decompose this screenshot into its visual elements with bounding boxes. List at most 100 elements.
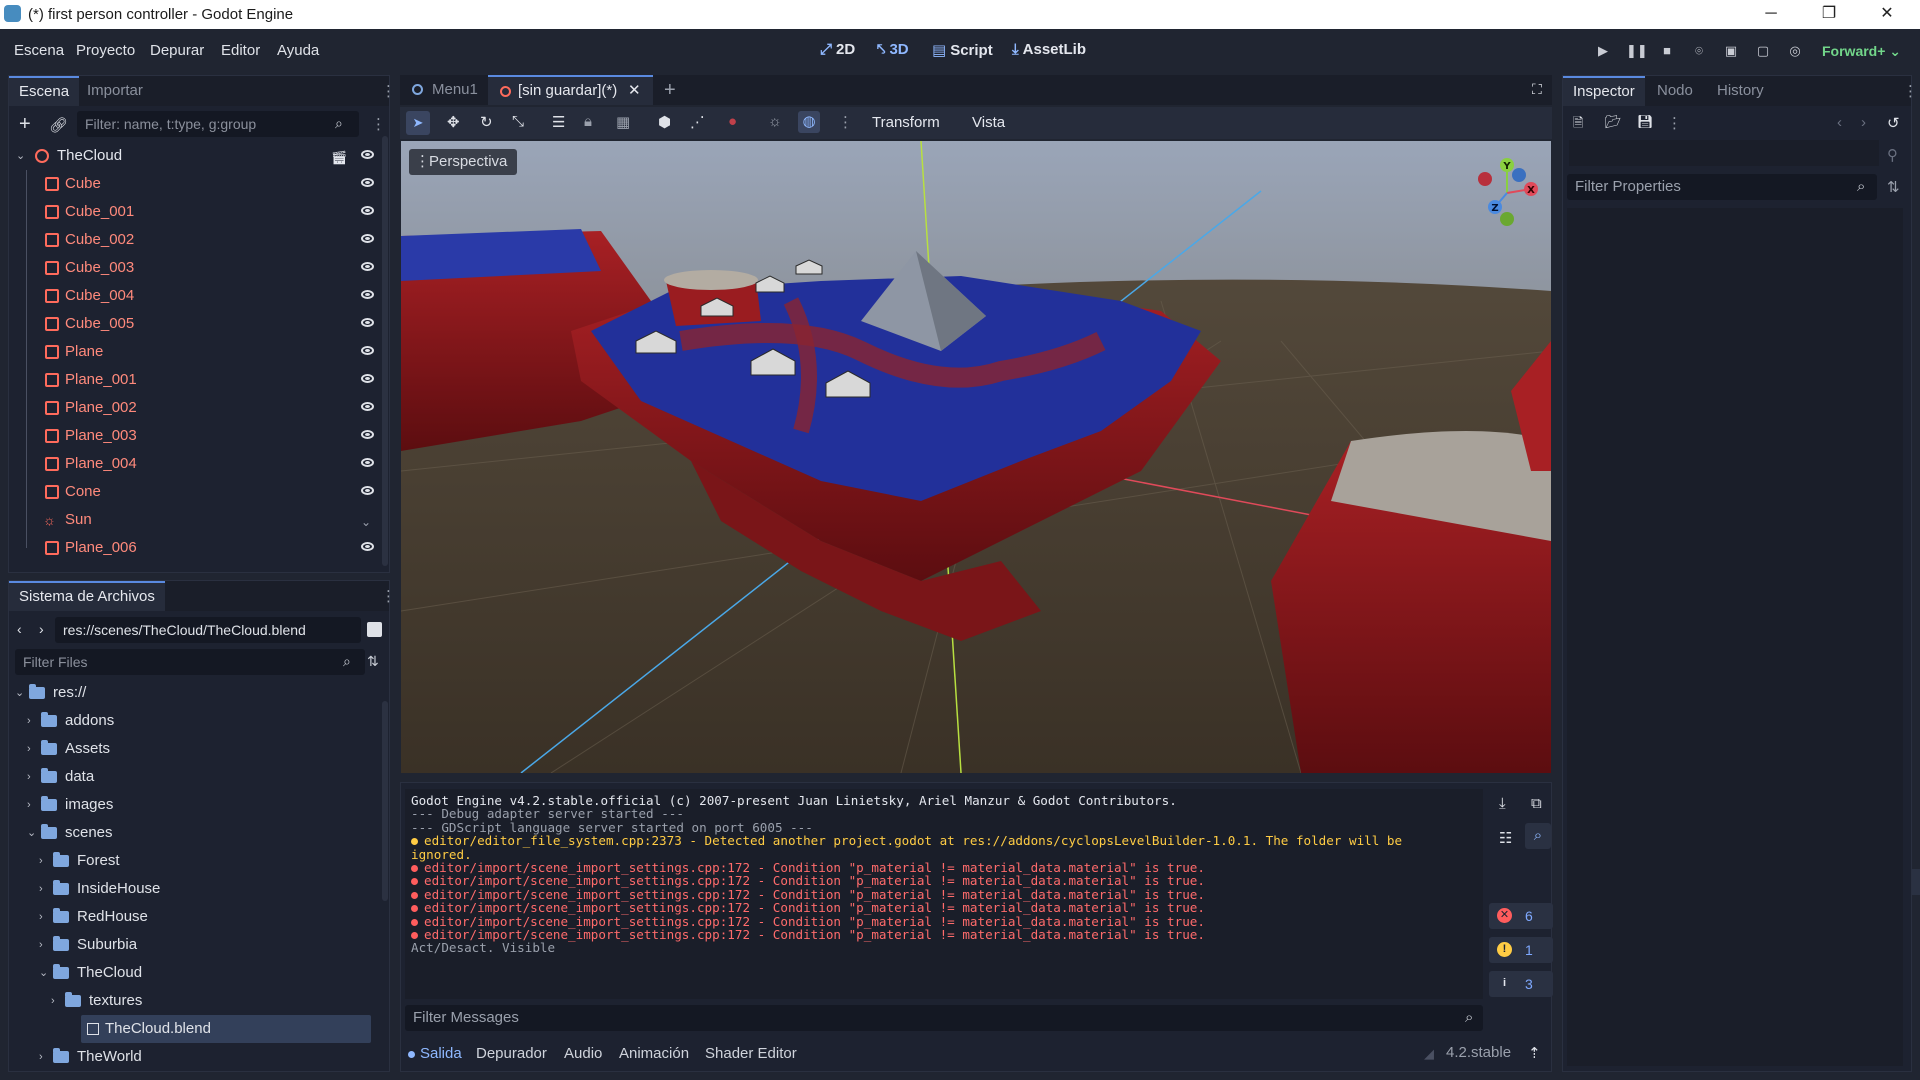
split-view-icon[interactable]	[367, 622, 382, 637]
renderer-select[interactable]: Forward+ ⌄	[1822, 43, 1901, 60]
tree-node-row[interactable]: Plane_002	[9, 394, 389, 422]
remote-debug-icon[interactable]: ⌾	[1690, 43, 1708, 59]
filter-messages-input[interactable]: Filter Messages	[405, 1005, 1483, 1031]
maximize-button[interactable]: ❐	[1800, 0, 1858, 29]
copy-output-icon[interactable]: ⤓	[1499, 795, 1506, 812]
bottom-tab-debugger[interactable]: Depurador	[476, 1045, 547, 1062]
link-icon[interactable]: 🔗︎	[49, 116, 68, 134]
orientation-gizmo[interactable]: Y X Z	[1471, 157, 1543, 229]
new-resource-icon[interactable]: 🗎︎	[1573, 114, 1583, 136]
play-icon[interactable]: ▶	[1594, 43, 1612, 59]
3d-viewport[interactable]: ⋮ Perspectiva Y X Z	[401, 141, 1551, 773]
add-tab-icon[interactable]: +	[664, 79, 676, 102]
tab-node[interactable]: Nodo	[1647, 76, 1703, 106]
filter-info-toggle[interactable]: i3	[1489, 971, 1553, 997]
bottom-tab-animation[interactable]: Animación	[619, 1045, 689, 1062]
filesystem-item[interactable]: › addons	[9, 707, 371, 735]
menu-ayuda[interactable]: Ayuda	[277, 42, 319, 59]
visibility-eye-icon[interactable]	[361, 486, 374, 495]
save-icon[interactable]: 💾︎	[1637, 114, 1654, 130]
lock-icon[interactable]: 🔒︎	[584, 113, 592, 130]
expand-arrow-icon[interactable]: ›	[51, 987, 55, 1015]
workspace-3d-button[interactable]: ⤣ 3D	[877, 41, 909, 58]
filesystem-item[interactable]: › Assets	[9, 735, 371, 763]
close-tab-icon[interactable]: ✕	[628, 77, 641, 105]
scene-options-icon[interactable]: ⋮	[371, 115, 386, 133]
tree-node-row[interactable]: Cone	[9, 478, 389, 506]
sort-icon[interactable]: ⇅	[367, 653, 379, 670]
list-select-icon[interactable]: ☰	[552, 113, 565, 131]
forward-icon[interactable]: ›	[39, 621, 44, 637]
play-custom-scene-icon[interactable]: ▢	[1754, 43, 1772, 59]
filesystem-item[interactable]: › images	[9, 791, 371, 819]
menu-proyecto[interactable]: Proyecto	[76, 42, 135, 59]
history-back-icon[interactable]: ‹	[1837, 114, 1842, 131]
menu-escena[interactable]: Escena	[14, 42, 64, 59]
visibility-eye-icon[interactable]	[361, 206, 374, 215]
tab-history[interactable]: History	[1707, 76, 1774, 106]
visibility-eye-icon[interactable]	[361, 290, 374, 299]
tree-node-row[interactable]: Cube_005	[9, 310, 389, 338]
visibility-eye-icon[interactable]	[361, 150, 374, 159]
filesystem-item[interactable]: TheCloud.blend	[81, 1015, 371, 1043]
minimize-button[interactable]: ─	[1742, 0, 1800, 29]
viewport-options-icon[interactable]: ⋮	[838, 113, 853, 131]
local-space-icon[interactable]: ⬢	[658, 113, 671, 131]
clear-output-icon[interactable]: ⧉	[1531, 795, 1542, 812]
filesystem-item[interactable]: › InsideHouse	[9, 875, 371, 903]
tree-node-row[interactable]: ☼ Sun ⌄	[9, 506, 389, 534]
filesystem-item[interactable]: › data	[9, 763, 371, 791]
menu-depurar[interactable]: Depurar	[150, 42, 204, 59]
visibility-eye-icon[interactable]	[361, 430, 374, 439]
tab-menu1[interactable]: Menu1	[400, 75, 488, 105]
visibility-eye-icon[interactable]	[361, 178, 374, 187]
workspace-2d-button[interactable]: ⤢ 2D	[820, 41, 855, 58]
back-icon[interactable]: ‹	[17, 621, 22, 637]
tab-importar[interactable]: Importar	[77, 76, 153, 106]
filter-warnings-toggle[interactable]: ! 1	[1489, 937, 1553, 963]
move-tool-icon[interactable]: ✥	[447, 113, 460, 131]
visibility-eye-icon[interactable]	[361, 542, 374, 551]
tab-unsaved-scene[interactable]: [sin guardar](*) ✕	[488, 75, 653, 105]
stop-icon[interactable]: ■	[1658, 43, 1676, 59]
open-folder-icon[interactable]: 📂︎	[1605, 114, 1622, 130]
perspective-menu[interactable]: ⋮ Perspectiva	[409, 149, 518, 175]
bottom-tab-output[interactable]: Salida	[408, 1045, 462, 1062]
collapse-duplicates-icon[interactable]: ☷	[1499, 829, 1512, 847]
snap-icon[interactable]: ⋰	[690, 113, 705, 131]
movie-maker-icon[interactable]: ◎	[1786, 43, 1804, 59]
object-history-icon[interactable]: ↺	[1887, 114, 1900, 132]
filesystem-item[interactable]: › textures	[9, 987, 371, 1015]
view-menu[interactable]: Vista	[972, 114, 1005, 131]
filesystem-item[interactable]: ⌄ res://	[9, 679, 371, 707]
play-scene-icon[interactable]: ▣	[1722, 43, 1740, 59]
visibility-eye-icon[interactable]	[361, 346, 374, 355]
path-field[interactable]: res://scenes/TheCloud/TheCloud.blend	[55, 617, 361, 643]
scene-scrollbar[interactable]	[382, 136, 388, 566]
tree-node-row[interactable]: Plane_001	[9, 366, 389, 394]
visibility-eye-icon[interactable]	[361, 374, 374, 383]
tree-node-row[interactable]: Cube_003	[9, 254, 389, 282]
expand-arrow-icon[interactable]: ›	[39, 931, 43, 959]
expand-arrow-icon[interactable]: ›	[39, 847, 43, 875]
tree-node-row[interactable]: Plane	[9, 338, 389, 366]
expand-arrow-icon[interactable]: ›	[39, 903, 43, 931]
pause-icon[interactable]: ❚❚	[1626, 43, 1648, 59]
tree-node-row[interactable]: Cube_002	[9, 226, 389, 254]
inspector-menu-icon[interactable]: ⋮	[1903, 82, 1918, 100]
expand-arrow-icon[interactable]: ›	[27, 735, 31, 763]
scene-dock-menu-icon[interactable]: ⋮	[381, 82, 396, 100]
menu-editor[interactable]: Editor	[221, 42, 260, 59]
expand-arrow-icon[interactable]: ›	[27, 791, 31, 819]
filesystem-scrollbar[interactable]	[382, 701, 388, 901]
history-forward-icon[interactable]: ›	[1861, 114, 1866, 131]
select-tool-icon[interactable]: ➤	[406, 111, 430, 135]
visibility-eye-icon[interactable]	[361, 318, 374, 327]
scene-filter-input[interactable]: Filter: name, t:type, g:group	[77, 111, 359, 137]
expand-icon[interactable]: ⌄	[361, 508, 371, 536]
inspector-options-icon[interactable]: ⋮	[1667, 114, 1682, 132]
expand-arrow-icon[interactable]: ›	[27, 763, 31, 791]
transform-menu[interactable]: Transform	[872, 114, 940, 131]
close-window-button[interactable]: ✕	[1858, 0, 1916, 29]
tree-root-row[interactable]: ⌄ TheCloud 🎬︎	[9, 142, 389, 170]
